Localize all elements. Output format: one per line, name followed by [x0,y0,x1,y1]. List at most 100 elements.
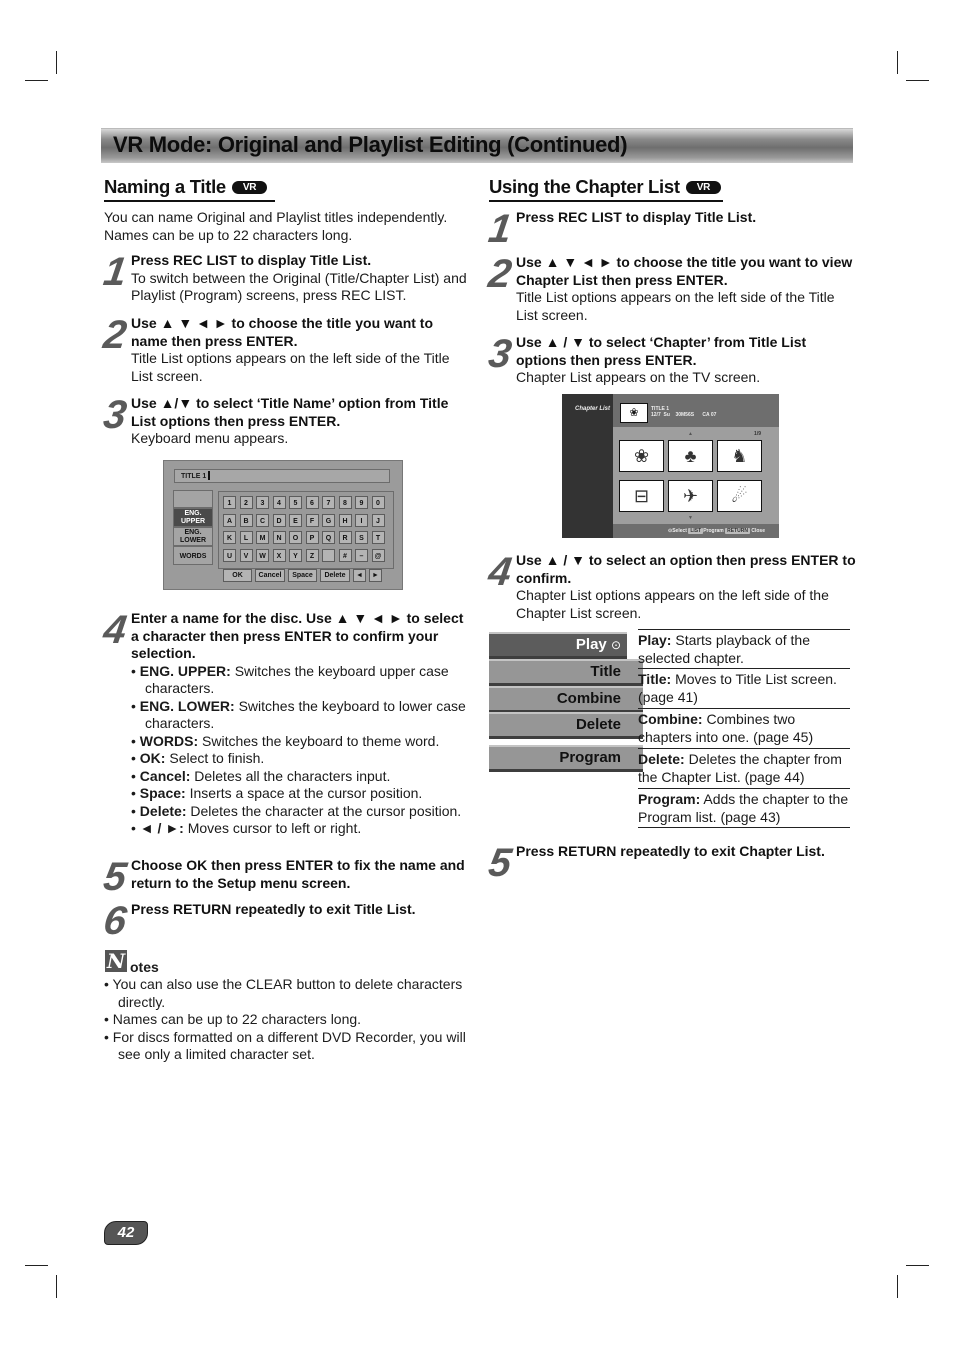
key-2[interactable]: 2 [239,496,253,509]
cursor-left-button[interactable]: ◄ [353,569,366,582]
key-K[interactable]: K [223,531,236,544]
key-A[interactable]: A [223,513,236,527]
delete-button[interactable]: Delete [320,569,350,582]
key-V[interactable]: V [239,548,253,562]
key-H[interactable]: H [338,513,352,527]
chapter-thumbnail-rose-icon[interactable]: ❀ [619,440,664,472]
key-C[interactable]: C [256,513,269,527]
bullet-term: WORDS: [139,732,199,749]
vr-badge: VR [685,181,722,194]
key-J[interactable]: J [371,513,385,527]
chapter-thumbnail-car-icon[interactable]: ⊟ [619,480,664,512]
bullet-desc: Deletes the character at the cursor posi… [186,802,462,819]
list-key-tag: LIST [688,528,704,534]
key-P[interactable]: P [305,531,319,544]
key-G[interactable]: G [322,513,335,527]
key-Y[interactable]: Y [289,548,302,562]
key-E[interactable]: E [289,513,302,527]
bullet-dot: • [131,820,140,836]
key-B[interactable]: B [239,513,253,527]
key-N[interactable]: N [272,531,286,544]
text-cursor [208,471,211,480]
key-blank[interactable] [322,548,335,562]
bullet-dot: • [131,662,140,679]
mode-eng-lower[interactable]: ENG. LOWER [173,527,213,546]
key-#[interactable]: # [338,548,352,562]
return-key-tag: RETURN [725,528,750,534]
menu-label: Play [575,636,607,653]
key-I[interactable]: I [355,513,368,527]
space-button[interactable]: Space [288,569,317,582]
key-F[interactable]: F [305,513,319,527]
bullet-dot: • [131,785,140,801]
bullet-dot: • [131,697,140,714]
key-0[interactable]: 0 [371,496,385,509]
key-Z[interactable]: Z [305,548,319,562]
bullet-item: • ENG. UPPER: Switches the keyboard uppe… [117,663,471,698]
bullet-term: OK: [139,750,166,766]
page-number: 42 [104,1221,148,1245]
step-detail: Keyboard menu appears. [131,430,289,446]
bullet-dot: • [104,1028,113,1045]
footer-select: ⊙Select [668,528,687,534]
key-@[interactable]: @ [371,548,385,562]
mode-words[interactable]: WORDS [173,546,213,565]
step-number: 5 [485,841,513,885]
key-Q[interactable]: Q [322,531,335,544]
menu-item-program[interactable]: Program [489,745,643,772]
mode-eng-upper[interactable]: ENG. UPPER [173,508,213,527]
key-7[interactable]: 7 [322,496,335,509]
chapter-thumbnail-dancer-icon[interactable]: ☄ [717,480,762,512]
bullet-term: ◄ / ►: [139,820,184,836]
chapter-thumbnail-shuttle-icon[interactable]: ✈ [668,480,713,512]
note-text: You can also use the CLEAR button to del… [112,976,463,1010]
step-number: 1 [485,207,513,251]
cancel-button[interactable]: Cancel [255,569,285,582]
key-T[interactable]: T [371,531,385,544]
scroll-up-icon[interactable]: ▲ [688,431,693,437]
key-–[interactable]: – [355,548,368,562]
menu-item-play[interactable]: Play ⊙ [489,632,627,659]
key-9[interactable]: 9 [355,496,368,509]
chapter-thumbnail-figure-icon[interactable]: ♞ [717,440,762,472]
key-D[interactable]: D [272,513,286,527]
key-5[interactable]: 5 [289,496,302,509]
key-O[interactable]: O [289,531,302,544]
key-L[interactable]: L [239,531,253,544]
footer-program: Program [703,528,724,534]
bullet-item: • OK: Select to finish. [117,750,471,768]
ok-button[interactable]: OK [223,569,252,582]
key-8[interactable]: 8 [338,496,352,509]
desc-term: Combine: [638,711,703,727]
chapter-list-sidebar: Chapter List [562,394,613,538]
chapter-thumbnail-tree-icon[interactable]: ♣ [668,440,713,472]
bullet-desc: Select to finish. [165,750,265,766]
key-W[interactable]: W [256,548,269,562]
menu-item-delete[interactable]: Delete [489,712,643,739]
key-U[interactable]: U [223,548,236,562]
bullet-desc: Deletes all the characters input. [190,767,391,784]
menu-item-combine[interactable]: Combine [489,686,643,713]
chapter-list-header: ❀ TITLE 1 12/7 Su 30M56S CA 07 [613,394,779,427]
key-1[interactable]: 1 [223,496,236,509]
chapter-list-footer: ⊙Select LIST Program RETURN Close [613,524,779,538]
key-M[interactable]: M [256,531,269,544]
menu-item-title[interactable]: Title [489,659,643,686]
cursor-right-button[interactable]: ► [369,569,382,582]
title-name-field[interactable]: TITLE 1 [174,469,390,483]
key-R[interactable]: R [338,531,352,544]
bullet-desc: Inserts a space at the cursor position. [185,785,423,801]
step-instruction: Use ▲/▼ to select ‘Title Name’ option fr… [131,395,449,429]
crop-mark [906,80,929,81]
key-X[interactable]: X [272,548,286,562]
crop-mark [906,1265,929,1266]
step-instruction: Use ▲ ▼ ◄ ► to choose the title you want… [516,254,853,288]
bullet-term: Cancel: [139,767,191,784]
key-6[interactable]: 6 [305,496,319,509]
step-number: 5 [100,855,128,899]
step-instruction: Use ▲ / ▼ to select an option then press… [516,552,856,586]
scroll-down-icon[interactable]: ▼ [688,515,693,521]
key-4[interactable]: 4 [272,496,286,509]
key-3[interactable]: 3 [256,496,269,509]
key-S[interactable]: S [355,531,368,544]
